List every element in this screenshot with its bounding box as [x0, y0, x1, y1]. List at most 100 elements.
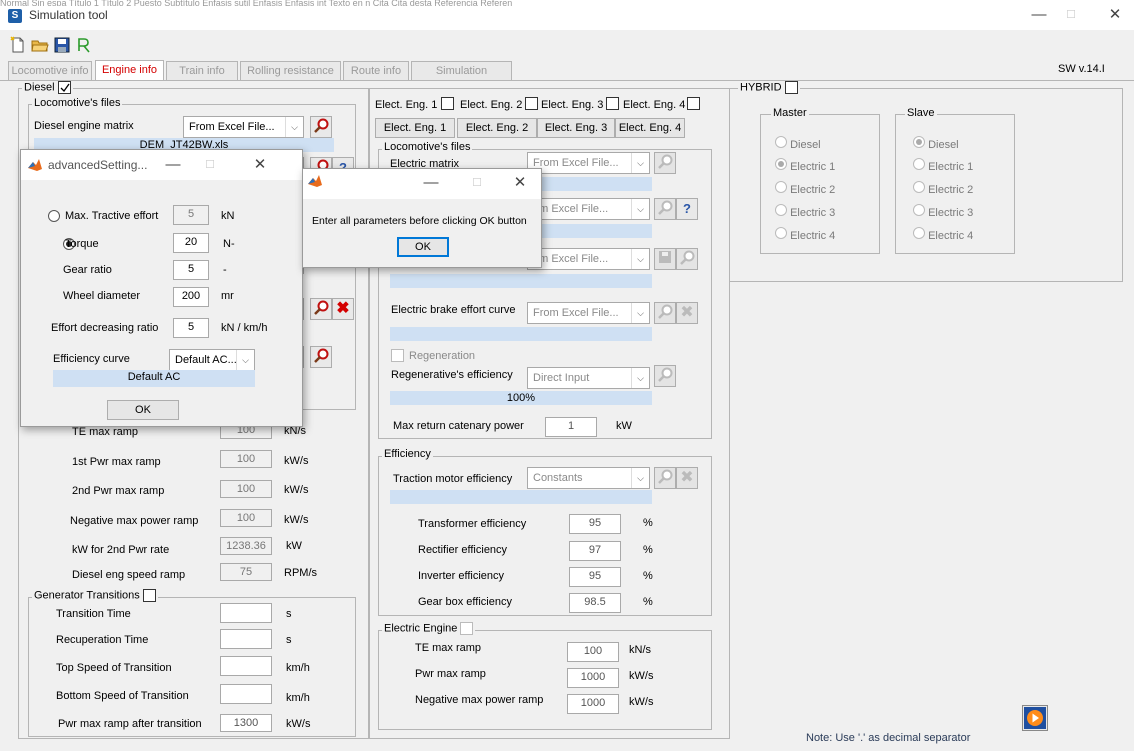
- efficiency-row-field[interactable]: 97: [569, 541, 621, 561]
- electric-matrix-value: From Excel File...: [533, 157, 619, 169]
- elect-eng-3-button[interactable]: Elect. Eng. 3: [537, 118, 615, 138]
- open-folder-icon[interactable]: [31, 36, 49, 54]
- diesel-ramp-field[interactable]: 100: [220, 480, 272, 498]
- regen-efficiency-search-button[interactable]: [654, 365, 676, 387]
- generator-row-field[interactable]: [220, 603, 272, 623]
- max-return-power-field[interactable]: 1: [545, 417, 597, 437]
- efficiency-row-field[interactable]: 95: [569, 514, 621, 534]
- generator-transitions-checkbox[interactable]: [142, 589, 156, 602]
- master-option-electric-3[interactable]: Electric 3: [775, 204, 835, 219]
- maximize-button[interactable]: ☐: [1054, 4, 1088, 26]
- run-script-icon[interactable]: [75, 36, 93, 54]
- efficiency-row-field[interactable]: 98.5: [569, 593, 621, 613]
- slave-option-electric-2[interactable]: Electric 2: [913, 181, 973, 196]
- diesel-matrix-search-button[interactable]: [310, 116, 332, 138]
- traction-motor-delete-button[interactable]: ✖: [676, 467, 698, 489]
- electric-brake-search-button[interactable]: [654, 302, 676, 324]
- max-tractive-effort-radio[interactable]: [48, 210, 60, 222]
- generator-row-field[interactable]: [220, 656, 272, 676]
- tab-engine-info[interactable]: Engine info: [95, 60, 164, 81]
- generator-row-field[interactable]: [220, 629, 272, 649]
- advanced-ok-button[interactable]: OK: [107, 400, 179, 420]
- elect-eng-3-checkbox[interactable]: [606, 97, 619, 110]
- diesel-ramp-field[interactable]: 75: [220, 563, 272, 581]
- electric-row2-help-button[interactable]: ?: [676, 198, 698, 220]
- torque-field[interactable]: 20: [173, 233, 209, 253]
- error-ok-button[interactable]: OK: [397, 237, 449, 257]
- elect-eng-1-button[interactable]: Elect. Eng. 1: [375, 118, 455, 138]
- master-option-electric-2[interactable]: Electric 2: [775, 181, 835, 196]
- elect-eng-2-button[interactable]: Elect. Eng. 2: [457, 118, 537, 138]
- slave-option-electric-1[interactable]: Electric 1: [913, 158, 973, 173]
- elect-eng-2-checkbox[interactable]: [525, 97, 538, 110]
- electric-matrix-dropdown[interactable]: From Excel File... ⌵: [527, 152, 650, 174]
- electric-engine-row-field[interactable]: 100: [567, 642, 619, 662]
- electric-row3-dropdown[interactable]: om Excel File... ⌵: [527, 248, 650, 270]
- option-label: Electric 3: [928, 207, 974, 219]
- electric-row2-search-button[interactable]: [654, 198, 676, 220]
- generator-row-field[interactable]: 1300: [220, 714, 272, 732]
- master-option-electric-1[interactable]: Electric 1: [775, 158, 835, 173]
- tab-rolling-resistance[interactable]: Rolling resistance: [240, 61, 341, 80]
- traction-motor-efficiency-dropdown[interactable]: Constants ⌵: [527, 467, 650, 489]
- diesel-row5-search-button[interactable]: [310, 298, 332, 320]
- new-file-icon[interactable]: [9, 36, 27, 54]
- wheel-diameter-field[interactable]: 200: [173, 287, 209, 307]
- effort-decreasing-ratio-field[interactable]: 5: [173, 318, 209, 338]
- master-option-diesel[interactable]: Diesel: [775, 136, 821, 151]
- electric-engine-checkbox[interactable]: [460, 622, 474, 635]
- efficiency-row-field[interactable]: 95: [569, 567, 621, 587]
- electric-row3-info: [390, 274, 652, 288]
- torque-unit: N-: [223, 238, 235, 250]
- diesel-ramp-field[interactable]: 1238.36: [220, 537, 272, 555]
- diesel-checkbox[interactable]: [57, 81, 71, 94]
- slave-option-electric-4[interactable]: Electric 4: [913, 227, 973, 242]
- electric-engine-row-field[interactable]: 1000: [567, 668, 619, 688]
- minimize-button[interactable]: —: [156, 154, 190, 176]
- radio-button: [913, 158, 925, 170]
- maximize-button[interactable]: ☐: [193, 154, 227, 176]
- elect-eng-1-checkbox[interactable]: [441, 97, 454, 110]
- tab-route-info[interactable]: Route info: [343, 61, 409, 80]
- electric-engine-row-field[interactable]: 1000: [567, 694, 619, 714]
- electric-row3-search-button[interactable]: [676, 248, 698, 270]
- close-button[interactable]: ✕: [1098, 4, 1132, 26]
- tab-locomotive-info[interactable]: Locomotive info: [8, 61, 92, 80]
- electric-matrix-search-button[interactable]: [654, 152, 676, 174]
- gear-ratio-unit: -: [223, 264, 227, 276]
- diesel-ramp-field[interactable]: 100: [220, 509, 272, 527]
- save-disk-icon[interactable]: [53, 36, 71, 54]
- elect-eng-4-checkbox[interactable]: [687, 97, 700, 110]
- master-option-electric-4[interactable]: Electric 4: [775, 227, 835, 242]
- electric-row2-dropdown[interactable]: om Excel File... ⌵: [527, 198, 650, 220]
- diesel-row5-delete-button[interactable]: ✖: [332, 298, 354, 320]
- elect-eng-4-button[interactable]: Elect. Eng. 4: [615, 118, 685, 138]
- diesel-engine-matrix-dropdown[interactable]: From Excel File... ⌵: [183, 116, 304, 138]
- maximize-button[interactable]: ☐: [460, 172, 494, 194]
- electric-row3-save-button[interactable]: [654, 248, 676, 270]
- close-button[interactable]: ✕: [243, 154, 277, 176]
- slave-option-diesel[interactable]: Diesel: [913, 136, 959, 151]
- electric-brake-dropdown[interactable]: From Excel File... ⌵: [527, 302, 650, 324]
- red-x-icon: ✖: [680, 304, 694, 321]
- run-simulation-button[interactable]: [1022, 705, 1048, 731]
- effort-decreasing-ratio-unit: kN / km/h: [221, 322, 268, 334]
- electric-brake-delete-button[interactable]: ✖: [676, 302, 698, 324]
- close-button[interactable]: ✕: [503, 172, 537, 194]
- regeneration-checkbox[interactable]: [391, 349, 404, 362]
- efficiency-row-unit: %: [643, 517, 653, 529]
- slave-option-electric-3[interactable]: Electric 3: [913, 204, 973, 219]
- diesel-ramp-field[interactable]: 100: [220, 450, 272, 468]
- efficiency-curve-dropdown[interactable]: Default AC... ⌵: [169, 349, 255, 371]
- generator-row-field[interactable]: [220, 684, 272, 704]
- diesel-row6-search-button[interactable]: [310, 346, 332, 368]
- minimize-button[interactable]: —: [1022, 4, 1056, 26]
- gear-ratio-field[interactable]: 5: [173, 260, 209, 280]
- tab-simulation[interactable]: Simulation: [411, 61, 512, 80]
- traction-motor-search-button[interactable]: [654, 467, 676, 489]
- regen-efficiency-dropdown[interactable]: Direct Input ⌵: [527, 367, 650, 389]
- tab-train-info[interactable]: Train info: [166, 61, 238, 80]
- max-tractive-effort-field[interactable]: 5: [173, 205, 209, 225]
- hybrid-checkbox[interactable]: [784, 81, 798, 94]
- minimize-button[interactable]: —: [414, 172, 448, 194]
